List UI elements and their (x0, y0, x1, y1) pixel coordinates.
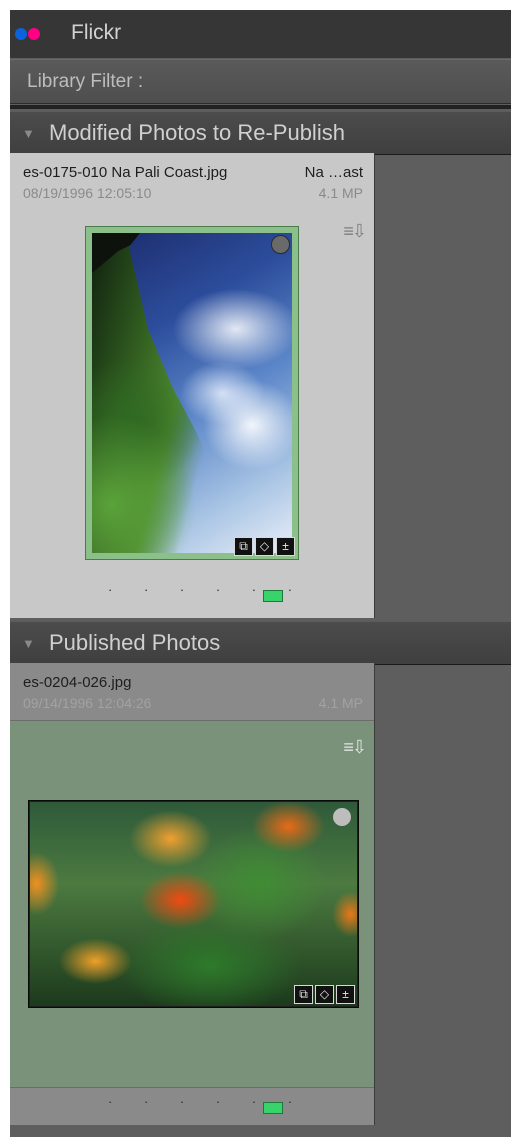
collection-badge-icon[interactable]: ⧉ (294, 985, 313, 1004)
section-title: Modified Photos to Re-Publish (49, 120, 345, 145)
quick-collection-marker-icon[interactable] (271, 235, 290, 254)
photo-thumbnail-na-pali-coast[interactable] (92, 233, 292, 553)
keyword-badge-icon[interactable]: ◇ (255, 537, 274, 556)
photo-cell-footer: · · · · · · (10, 1087, 374, 1125)
photo-thumbnail-frame[interactable]: ⧉ ◇ ± (28, 800, 359, 1008)
section-header-modified[interactable]: ▼ Modified Photos to Re-Publish (10, 111, 511, 155)
photo-filename: es-0204-026.jpg (23, 674, 132, 691)
library-filter-bar[interactable]: Library Filter : (10, 59, 511, 104)
photo-cell-selected[interactable]: es-0204-026.jpg 09/14/1996 12:04:26 4.1 … (10, 663, 375, 1125)
metadata-sync-icon[interactable]: ≡⇩ (343, 737, 367, 758)
flickr-publish-panel: Flickr Library Filter : ▼ Modified Photo… (10, 10, 511, 1137)
quick-collection-marker-icon[interactable] (333, 808, 351, 826)
metadata-sync-icon[interactable]: ≡⇩ (343, 221, 367, 242)
photo-thumbnail-protea-flowers[interactable] (30, 802, 357, 1006)
disclosure-triangle-icon[interactable]: ▼ (22, 636, 35, 651)
photo-filename: es-0175-010 Na Pali Coast.jpg (23, 164, 228, 181)
divider (10, 105, 511, 109)
photo-thumbnail-frame[interactable]: ⧉ ◇ ± (85, 226, 299, 560)
thumbnail-badges: ⧉ ◇ ± (294, 985, 355, 1004)
flickr-logo-blue-dot (15, 28, 27, 40)
photo-megapixels: 4.1 MP (318, 695, 363, 711)
section-title: Published Photos (49, 630, 221, 655)
photo-date: 08/19/1996 12:05:10 (23, 185, 152, 201)
library-filter-label: Library Filter : (27, 71, 144, 92)
photo-cell[interactable]: es-0175-010 Na Pali Coast.jpg Na …ast 08… (10, 153, 375, 618)
photo-title: Na …ast (304, 164, 363, 181)
develop-adjustment-badge-icon[interactable]: ± (336, 985, 355, 1004)
section-header-published[interactable]: ▼ Published Photos (10, 621, 511, 665)
develop-adjustment-badge-icon[interactable]: ± (276, 537, 295, 556)
panel-titlebar: Flickr (10, 10, 511, 58)
flickr-logo-pink-dot (28, 28, 40, 40)
panel-title: Flickr (71, 21, 122, 44)
thumbnail-mountain-shape (92, 242, 292, 553)
color-label-green[interactable] (263, 590, 283, 602)
collection-badge-icon[interactable]: ⧉ (234, 537, 253, 556)
disclosure-triangle-icon[interactable]: ▼ (22, 126, 35, 141)
thumbnail-badges: ⧉ ◇ ± (234, 537, 295, 556)
keyword-badge-icon[interactable]: ◇ (315, 985, 334, 1004)
photo-megapixels: 4.1 MP (318, 185, 363, 201)
photo-date: 09/14/1996 12:04:26 (23, 695, 152, 711)
photo-cell-header: es-0204-026.jpg 09/14/1996 12:04:26 4.1 … (10, 663, 374, 721)
color-label-green[interactable] (263, 1102, 283, 1114)
